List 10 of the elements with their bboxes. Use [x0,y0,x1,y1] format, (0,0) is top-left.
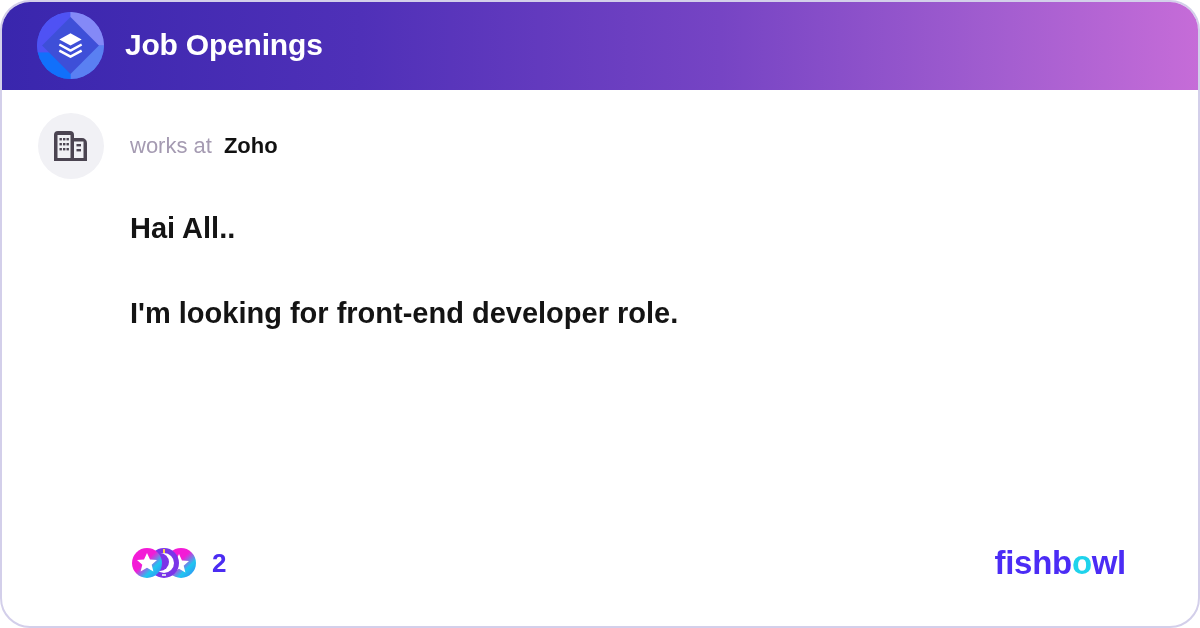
layers-icon [37,11,104,79]
post-text: Hai All.. [130,211,237,246]
building-icon [38,113,104,179]
page-title: Job Openings [125,28,323,62]
post-text: I'm looking for front-end developer role. [130,296,680,331]
company-name: Zoho [223,133,278,159]
works-at-label: works at [130,133,212,159]
reaction-icons [130,546,198,580]
reaction-count: 2 [212,547,227,579]
fishbowl-logo: fishbowl [994,544,1126,582]
